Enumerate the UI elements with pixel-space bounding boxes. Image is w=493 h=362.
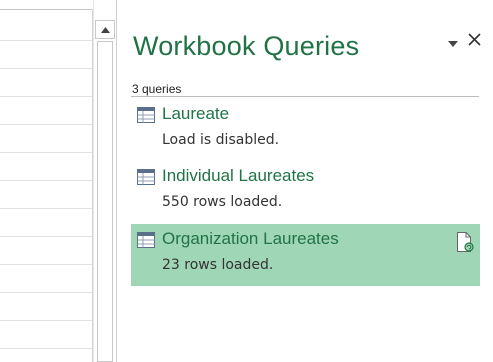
pane-title: Workbook Queries — [133, 31, 360, 61]
grid-row-line — [0, 236, 93, 237]
grid-row-line — [0, 292, 93, 293]
grid-row-line — [0, 68, 93, 69]
grid-top-border — [0, 9, 93, 10]
query-item-individual-laureates[interactable]: Individual Laureates 550 rows loaded. — [131, 161, 480, 223]
query-count-label: 3 queries — [132, 82, 182, 96]
document-refresh-icon[interactable] — [456, 232, 474, 252]
grid-row-line — [0, 96, 93, 97]
divider — [131, 96, 479, 97]
grid-row-line — [0, 208, 93, 209]
query-item-organization-laureates[interactable]: Organization Laureates 23 rows loaded. — [131, 224, 480, 286]
query-name: Individual Laureates — [162, 166, 315, 185]
spreadsheet-grid[interactable] — [0, 0, 93, 362]
grid-row-line — [0, 124, 93, 125]
scrollbar-thumb[interactable] — [97, 41, 113, 362]
query-status: Load is disabled. — [162, 132, 280, 148]
workbook-queries-pane: Workbook Queries 3 queries Laureate Load… — [118, 0, 493, 362]
grid-row-line — [0, 348, 93, 349]
pane-close-button[interactable] — [466, 33, 482, 51]
query-name: Laureate — [162, 104, 230, 123]
query-name: Organization Laureates — [162, 229, 339, 248]
table-icon — [137, 169, 155, 185]
grid-row-line — [0, 180, 93, 181]
arrow-up-icon — [100, 26, 110, 33]
grid-row-line — [0, 264, 93, 265]
query-item-laureate[interactable]: Laureate Load is disabled. — [131, 99, 480, 161]
pane-options-button[interactable] — [446, 38, 460, 48]
table-icon — [137, 107, 155, 123]
grid-row-line — [0, 152, 93, 153]
query-status: 23 rows loaded. — [162, 257, 274, 273]
grid-row-line — [0, 40, 93, 41]
grid-row-line — [0, 320, 93, 321]
close-icon — [467, 33, 481, 51]
scroll-up-button[interactable] — [95, 20, 115, 39]
table-icon — [137, 232, 155, 248]
chevron-down-icon — [448, 34, 458, 52]
query-status: 550 rows loaded. — [162, 194, 283, 210]
